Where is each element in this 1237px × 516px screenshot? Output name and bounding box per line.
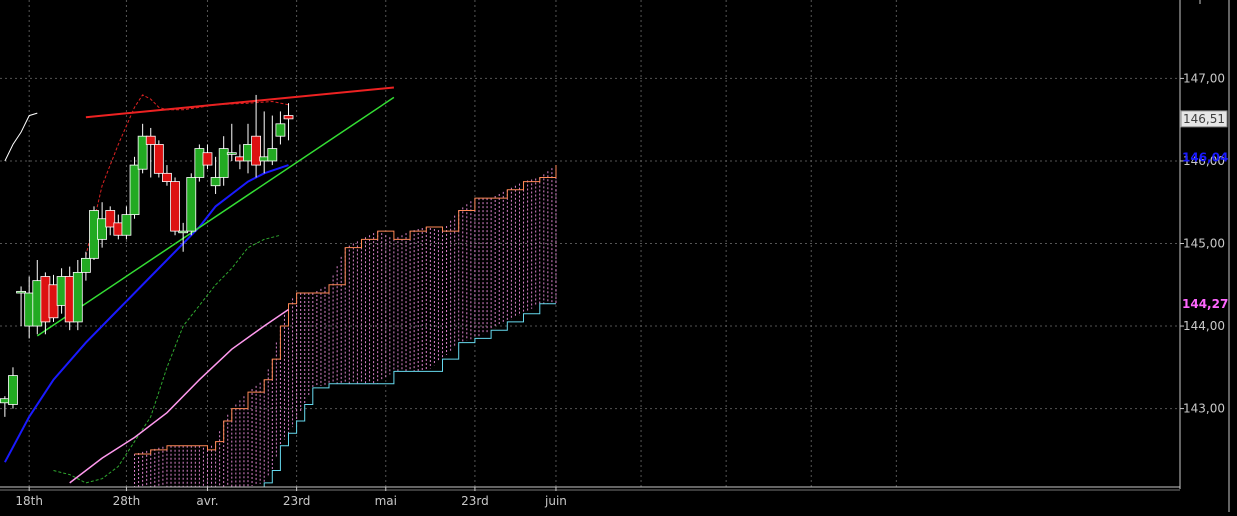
candle-body-15 <box>121 214 132 236</box>
candle-body-4 <box>32 280 43 327</box>
candle-23 <box>186 173 197 236</box>
candle-body-28 <box>226 152 237 155</box>
candle-body-33 <box>267 148 278 162</box>
x-tick-label-1: 28th <box>113 494 141 508</box>
candle-body-12 <box>97 218 108 240</box>
candle-body-14 <box>113 222 124 236</box>
ichimoku-chart[interactable]: 143,00144,00145,00146,00147,00 18th 28th a… <box>0 0 1237 512</box>
candle-body-25 <box>202 152 213 166</box>
candle-8 <box>64 266 75 331</box>
y-tick-label-4: 147,00 <box>1183 71 1225 85</box>
candle-24 <box>194 144 205 182</box>
candle-body-23 <box>186 177 197 232</box>
price-marker-label-0: 146,51 <box>1183 112 1225 126</box>
candle-body-17 <box>137 135 148 170</box>
candle-19 <box>153 140 164 178</box>
background <box>0 0 1237 512</box>
candle-body-6 <box>48 284 59 319</box>
candle-body-5 <box>40 276 51 323</box>
candle-body-30 <box>243 144 253 162</box>
candle-body-11 <box>89 210 99 259</box>
candle-body-35 <box>283 115 294 120</box>
candle-body-1 <box>8 375 18 405</box>
candle-body-8 <box>64 276 75 323</box>
y-tick-label-2: 145,00 <box>1183 237 1225 251</box>
candle-body-10 <box>81 257 91 273</box>
x-tick-label-0: 18th <box>15 494 43 508</box>
x-tick-label-4: mai <box>375 494 397 508</box>
candle-21 <box>170 177 180 236</box>
candle-body-22 <box>178 230 189 234</box>
candle-body-3 <box>24 292 35 327</box>
x-tick-label-2: avr. <box>196 494 218 508</box>
candle-body-34 <box>275 123 286 137</box>
candle-body-27 <box>218 148 229 178</box>
candle-body-31 <box>251 135 261 166</box>
candle-body-24 <box>194 148 205 178</box>
candle-body-9 <box>72 271 83 323</box>
candle-body-0 <box>0 398 10 404</box>
candle-body-19 <box>153 144 164 174</box>
candle-body-29 <box>234 156 245 162</box>
x-tick-label-6: juin <box>544 494 567 508</box>
candle-body-20 <box>162 172 172 182</box>
candle-body-13 <box>105 210 116 228</box>
candle-16 <box>129 156 140 219</box>
candle-11 <box>89 206 99 261</box>
candle-body-32 <box>259 156 270 162</box>
x-tick-label-3: 23rd <box>283 494 311 508</box>
x-tick-label-5: 23rd <box>461 494 489 508</box>
chart-root: 143,00 144,00 145,00 146,00 147,00 18th 28th a… <box>0 0 1237 512</box>
y-tick-label-0: 143,00 <box>1183 402 1225 416</box>
price-marker-label-2: 144,27 <box>1182 297 1228 311</box>
y-tick-label-1: 144,00 <box>1183 319 1225 333</box>
candle-body-21 <box>170 181 180 232</box>
candle-body-26 <box>210 177 221 187</box>
candle-body-18 <box>145 135 156 145</box>
candle-body-16 <box>129 164 140 216</box>
candle-body-2 <box>16 290 26 294</box>
candle-body-7 <box>56 276 67 306</box>
price-marker-label-1: 146,04 <box>1182 151 1228 165</box>
